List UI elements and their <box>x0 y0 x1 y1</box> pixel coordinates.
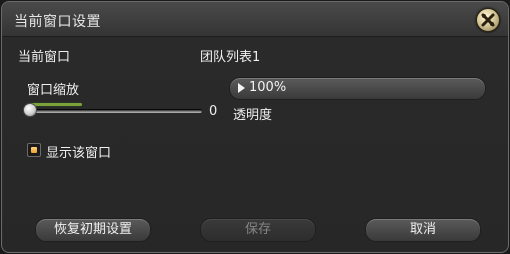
zoom-value: 100% <box>249 80 287 95</box>
reset-button[interactable]: 恢复初期设置 <box>35 218 151 242</box>
play-triangle-icon <box>238 83 245 93</box>
current-window-label: 当前窗口 <box>18 50 71 65</box>
opacity-value: 0 <box>209 104 218 119</box>
opacity-slider[interactable] <box>26 109 202 113</box>
close-crossed-tools-icon <box>481 13 495 27</box>
window-zoom-label: 窗口缩放 <box>27 83 80 98</box>
checkbox-checked-mark <box>31 147 37 153</box>
show-window-checkbox[interactable] <box>27 143 41 157</box>
current-window-value: 团队列表1 <box>200 50 261 65</box>
save-button[interactable]: 保存 <box>200 218 316 242</box>
show-window-label: 显示该窗口 <box>46 146 112 161</box>
opacity-label: 透明度 <box>233 108 273 123</box>
window-title: 当前窗口设置 <box>14 14 101 30</box>
cancel-button[interactable]: 取消 <box>365 218 481 242</box>
title-bar: 当前窗口设置 <box>2 2 508 37</box>
settings-window: 当前窗口设置 当前窗口 团队列表1 窗口缩放 100% 0 透明度 显示该窗口 … <box>1 1 509 253</box>
opacity-slider-knob[interactable] <box>23 103 37 117</box>
zoom-indicator-bar <box>29 103 82 106</box>
zoom-dropdown[interactable]: 100% <box>229 77 486 100</box>
close-button[interactable] <box>476 8 500 32</box>
